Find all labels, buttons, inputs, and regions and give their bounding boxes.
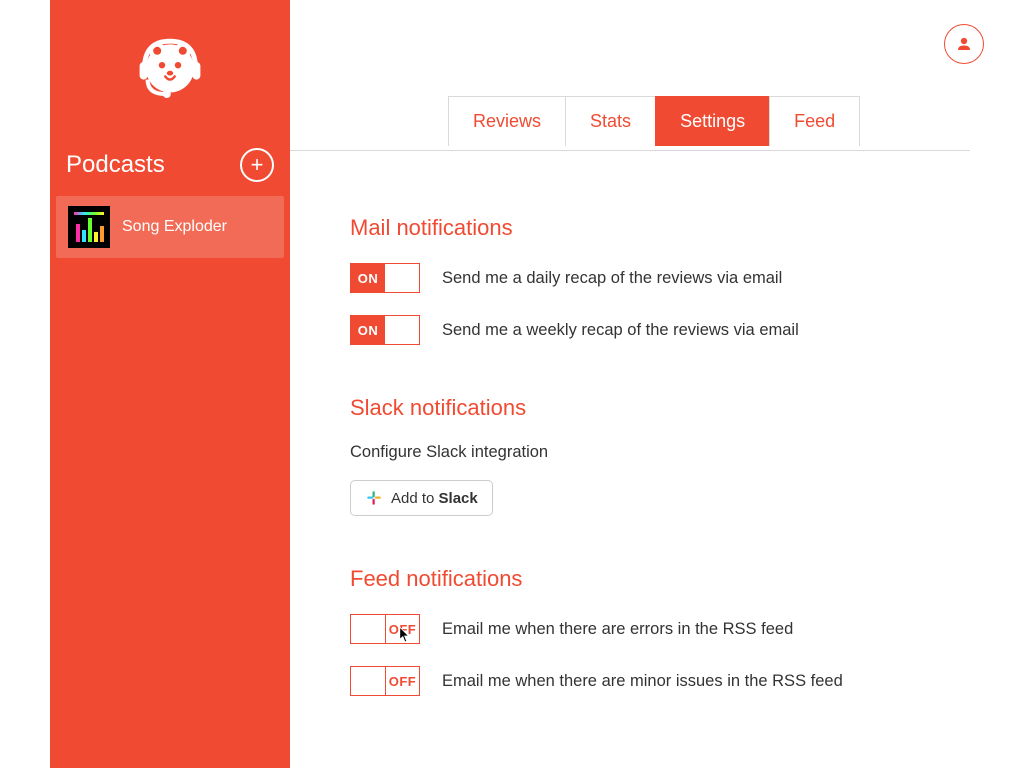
section-title: Mail notifications bbox=[350, 215, 964, 241]
section-title: Feed notifications bbox=[350, 566, 964, 592]
topbar bbox=[290, 0, 1024, 95]
setting-feed-minor-issues: OFF Email me when there are minor issues… bbox=[350, 666, 964, 696]
setting-daily-recap: ON Send me a daily recap of the reviews … bbox=[350, 263, 964, 293]
tab-settings[interactable]: Settings bbox=[655, 96, 770, 146]
sidebar-title: Podcasts bbox=[66, 151, 165, 179]
setting-weekly-recap: ON Send me a weekly recap of the reviews… bbox=[350, 315, 964, 345]
user-menu-button[interactable] bbox=[944, 24, 984, 64]
setting-label: Email me when there are minor issues in … bbox=[442, 672, 843, 691]
user-icon bbox=[955, 35, 973, 53]
sidebar-item-podcast[interactable]: Song Exploder bbox=[56, 196, 284, 258]
tab-feed[interactable]: Feed bbox=[769, 96, 860, 146]
podcast-thumbnail bbox=[68, 206, 110, 248]
setting-label: Send me a daily recap of the reviews via… bbox=[442, 269, 782, 288]
add-podcast-button[interactable]: + bbox=[240, 148, 274, 182]
main-panel: Reviews Stats Settings Feed Mail notific… bbox=[290, 0, 1024, 768]
section-title: Slack notifications bbox=[350, 395, 964, 421]
slack-icon bbox=[365, 489, 383, 507]
section-mail-notifications: Mail notifications ON Send me a daily re… bbox=[350, 215, 964, 345]
toggle-on-label: ON bbox=[351, 316, 385, 344]
tab-reviews[interactable]: Reviews bbox=[448, 96, 566, 146]
tab-stats[interactable]: Stats bbox=[565, 96, 656, 146]
podcast-name: Song Exploder bbox=[122, 218, 227, 236]
toggle-off-label: OFF bbox=[385, 614, 420, 644]
setting-label: Email me when there are errors in the RS… bbox=[442, 620, 793, 639]
toggle-feed-errors[interactable]: OFF bbox=[350, 614, 420, 644]
toggle-weekly-recap[interactable]: ON bbox=[350, 315, 420, 345]
tab-bar: Reviews Stats Settings Feed bbox=[448, 95, 859, 146]
section-slack-notifications: Slack notifications Configure Slack inte… bbox=[350, 395, 964, 516]
app-logo bbox=[50, 20, 290, 140]
toggle-feed-minor-issues[interactable]: OFF bbox=[350, 666, 420, 696]
slack-button-prefix: Add to bbox=[391, 490, 439, 507]
slack-subtitle: Configure Slack integration bbox=[350, 443, 964, 462]
setting-feed-errors: OFF Email me when there are errors in th… bbox=[350, 614, 964, 644]
setting-label: Send me a weekly recap of the reviews vi… bbox=[442, 321, 799, 340]
add-to-slack-button[interactable]: Add to Slack bbox=[350, 480, 493, 516]
slack-button-strong: Slack bbox=[439, 490, 478, 507]
bear-headset-icon bbox=[130, 30, 210, 110]
section-feed-notifications: Feed notifications OFF Email me when the… bbox=[350, 566, 964, 696]
toggle-on-label: ON bbox=[351, 264, 385, 292]
plus-icon: + bbox=[251, 154, 264, 176]
toggle-daily-recap[interactable]: ON bbox=[350, 263, 420, 293]
sidebar: Podcasts + Song Exploder bbox=[50, 0, 290, 768]
toggle-off-label: OFF bbox=[385, 666, 420, 696]
